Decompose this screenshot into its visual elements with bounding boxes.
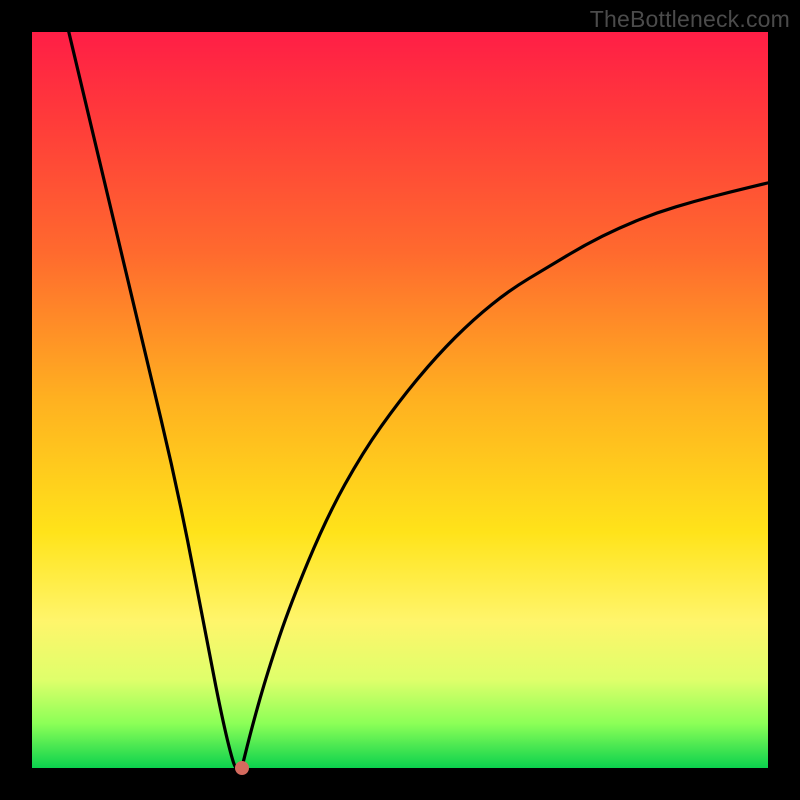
chart-frame: TheBottleneck.com [0,0,800,800]
bottleneck-curve [32,32,768,768]
marker-dot [235,761,249,775]
watermark-text: TheBottleneck.com [590,6,790,33]
plot-area [32,32,768,768]
